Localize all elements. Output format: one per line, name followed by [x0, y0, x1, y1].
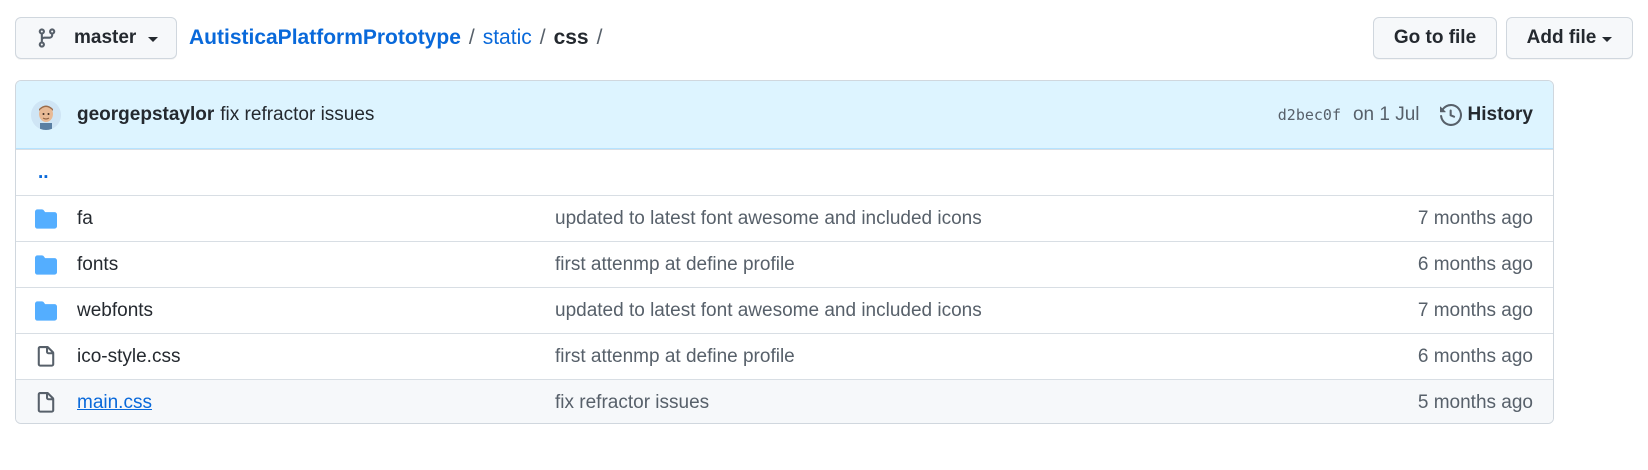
file-name[interactable]: fa — [77, 208, 555, 230]
parent-directory-row[interactable]: .. — [16, 149, 1553, 195]
file-age: 7 months ago — [1417, 299, 1533, 321]
history-icon — [1439, 103, 1462, 126]
file-row[interactable]: webfonts updated to latest font awesome … — [16, 287, 1553, 333]
branch-select-button[interactable]: master — [15, 17, 177, 59]
history-label: History — [1467, 103, 1533, 125]
file-icon — [37, 391, 55, 413]
breadcrumb-separator: / — [596, 26, 603, 49]
breadcrumb-repo-link[interactable]: AutisticaPlatformPrototype — [189, 26, 461, 50]
branch-name: master — [74, 27, 137, 48]
history-link[interactable]: History — [1439, 103, 1533, 126]
commit-message[interactable]: fix refractor issues — [220, 104, 374, 126]
avatar-face-icon — [31, 99, 61, 130]
add-file-label: Add file — [1526, 27, 1597, 48]
add-file-button[interactable]: Add file — [1506, 17, 1633, 59]
latest-commit-bar: georgepstaylor fix refractor issues d2be… — [16, 81, 1553, 149]
commit-author[interactable]: georgepstaylor — [77, 104, 214, 126]
file-name[interactable]: webfonts — [77, 300, 555, 322]
breadcrumb: AutisticaPlatformPrototype / static / cs… — [189, 26, 610, 50]
file-commit-message[interactable]: first attenmp at define profile — [555, 254, 1418, 276]
chevron-down-icon — [148, 36, 159, 42]
file-name[interactable]: fonts — [77, 254, 555, 276]
file-commit-message[interactable]: first attenmp at define profile — [555, 346, 1418, 368]
commit-date: on 1 Jul — [1352, 103, 1420, 125]
folder-icon — [35, 300, 57, 321]
parent-directory-link[interactable]: .. — [38, 162, 49, 184]
file-browser: georgepstaylor fix refractor issues d2be… — [15, 80, 1554, 424]
repo-toolbar: master AutisticaPlatformPrototype / stat… — [15, 17, 1633, 59]
file-age: 6 months ago — [1417, 253, 1533, 275]
file-commit-message[interactable]: updated to latest font awesome and inclu… — [555, 300, 1418, 322]
file-age: 5 months ago — [1417, 391, 1533, 413]
file-commit-message[interactable]: updated to latest font awesome and inclu… — [555, 208, 1418, 230]
commit-sha[interactable]: d2bec0f — [1278, 106, 1341, 124]
breadcrumb-current: css — [553, 26, 589, 49]
breadcrumb-separator: / — [539, 26, 546, 49]
file-age: 6 months ago — [1417, 345, 1533, 367]
file-row[interactable]: ico-style.css first attenmp at define pr… — [16, 333, 1553, 379]
breadcrumb-separator: / — [468, 26, 475, 49]
git-branch-icon — [38, 28, 56, 48]
file-row[interactable]: main.css fix refractor issues 5 months a… — [16, 379, 1553, 423]
file-name[interactable]: ico-style.css — [77, 346, 555, 368]
file-icon — [37, 345, 55, 367]
avatar[interactable] — [31, 99, 61, 130]
folder-icon — [35, 208, 57, 229]
go-to-file-label: Go to file — [1393, 27, 1477, 48]
folder-icon — [35, 254, 57, 275]
go-to-file-button[interactable]: Go to file — [1373, 17, 1497, 59]
file-row[interactable]: fa updated to latest font awesome and in… — [16, 195, 1553, 241]
breadcrumb-static-link[interactable]: static — [483, 26, 532, 50]
file-row[interactable]: fonts first attenmp at define profile 6 … — [16, 241, 1553, 287]
chevron-down-icon — [1602, 36, 1613, 42]
file-name[interactable]: main.css — [77, 392, 555, 414]
file-age: 7 months ago — [1417, 207, 1533, 229]
file-commit-message[interactable]: fix refractor issues — [555, 392, 1418, 414]
